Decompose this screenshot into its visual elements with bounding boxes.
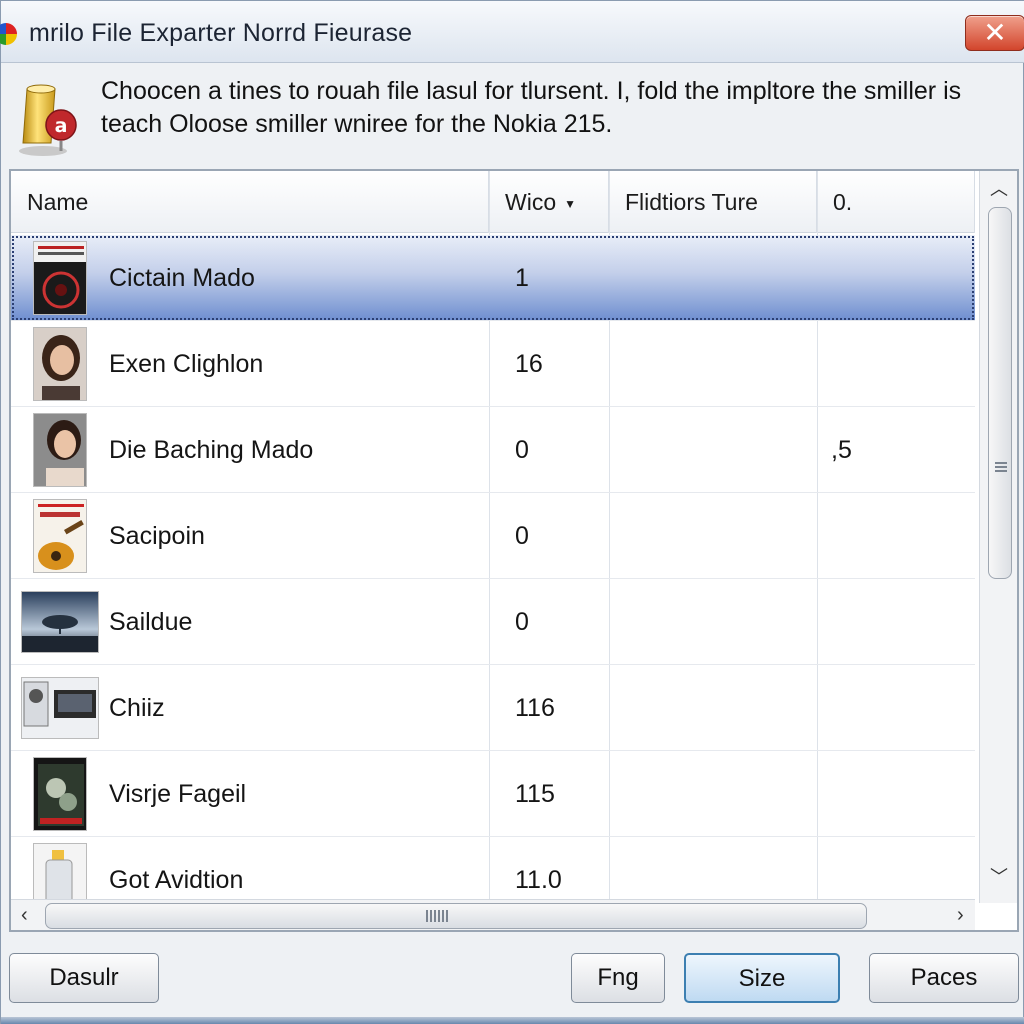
horizontal-scroll-thumb[interactable] [45, 903, 867, 929]
portrait-thumbnail [33, 327, 87, 401]
list-row-selected[interactable]: Cictain Mado 1 [11, 235, 975, 321]
list-row[interactable]: Sacipoin 0 [11, 493, 975, 579]
row-name: Sacipoin [109, 522, 205, 550]
row-count: 0 [515, 522, 529, 550]
portrait-thumbnail [33, 413, 87, 487]
window-title: mrilo File Exparter Norrd Fieurase [29, 19, 413, 47]
speakers-thumbnail [21, 677, 99, 739]
list-row[interactable]: Die Baching Mado 0 ,5 [11, 407, 975, 493]
app-icon [0, 23, 17, 45]
landscape-thumbnail [21, 591, 99, 653]
grip-icon [995, 462, 1007, 474]
list-row[interactable]: Exen Clighlon 16 [11, 321, 975, 407]
dasulr-button[interactable]: Dasulr [9, 953, 159, 1003]
guitar-poster-thumbnail [33, 499, 87, 573]
album-cover-thumbnail [33, 241, 87, 315]
column-header-label: Name [27, 189, 89, 215]
column-header-label: 0. [833, 189, 853, 215]
close-icon: ✕ [983, 17, 1007, 48]
horizontal-scrollbar[interactable]: ‹ › [11, 899, 975, 930]
row-count: 116 [515, 694, 555, 722]
title-bar[interactable]: mrilo File Exparter Norrd Fieurase ✕ [0, 1, 1024, 63]
row-name: Die Baching Mado [109, 436, 314, 464]
list-header: Name Wico ▼ Flidtiors Ture 0. [11, 171, 975, 233]
column-header-label: Flidtiors Ture [625, 189, 758, 215]
row-count: 16 [515, 350, 543, 378]
row-name: Chiiz [109, 694, 165, 722]
list-row[interactable]: Saildue 0 [11, 579, 975, 665]
column-header-wico[interactable]: Wico ▼ [489, 171, 609, 233]
list-row[interactable]: Visrje Fageil 115 [11, 751, 975, 837]
row-count: 0 [515, 436, 529, 464]
scroll-down-icon[interactable]: ﹀ [980, 863, 1017, 889]
file-list[interactable]: Name Wico ▼ Flidtiors Ture 0. Cictain Mad… [9, 169, 1019, 932]
paces-button[interactable]: Paces [869, 953, 1019, 1003]
row-name: Saildue [109, 608, 193, 636]
row-name: Exen Clighlon [109, 350, 264, 378]
scroll-right-icon[interactable]: › [957, 900, 964, 930]
movie-poster-thumbnail [33, 757, 87, 831]
scroll-up-icon[interactable]: ︿ [980, 175, 1017, 201]
column-header-label: Wico [505, 189, 557, 215]
info-icon: a [19, 84, 77, 156]
size-button[interactable]: Size [684, 953, 840, 1003]
vertical-scrollbar[interactable]: ︿ ﹀ [979, 171, 1017, 903]
sort-down-icon: ▼ [564, 196, 577, 211]
column-header-extra[interactable]: 0. [817, 171, 975, 233]
vertical-scroll-thumb[interactable] [988, 207, 1012, 579]
row-count: 1 [515, 264, 529, 292]
grip-icon [426, 910, 448, 922]
instruction-text: Choocen a tines to rouah file lasul for … [101, 77, 962, 138]
close-button[interactable]: ✕ [965, 15, 1024, 51]
row-extra: ,5 [831, 436, 852, 464]
row-count: 0 [515, 608, 529, 636]
scroll-left-icon[interactable]: ‹ [21, 900, 28, 930]
window-border [1, 1017, 1024, 1024]
column-header-type[interactable]: Flidtiors Ture [609, 171, 817, 233]
row-name: Visrje Fageil [109, 780, 247, 808]
svg-text:a: a [55, 115, 68, 137]
row-count: 115 [515, 780, 555, 808]
list-row[interactable]: Chiiz 116 [11, 665, 975, 751]
row-name: Cictain Mado [109, 264, 255, 292]
file-exporter-dialog: mrilo File Exparter Norrd Fieurase ✕ a C… [0, 0, 1024, 1024]
column-header-name[interactable]: Name [11, 171, 489, 233]
fng-button[interactable]: Fng [571, 953, 665, 1003]
